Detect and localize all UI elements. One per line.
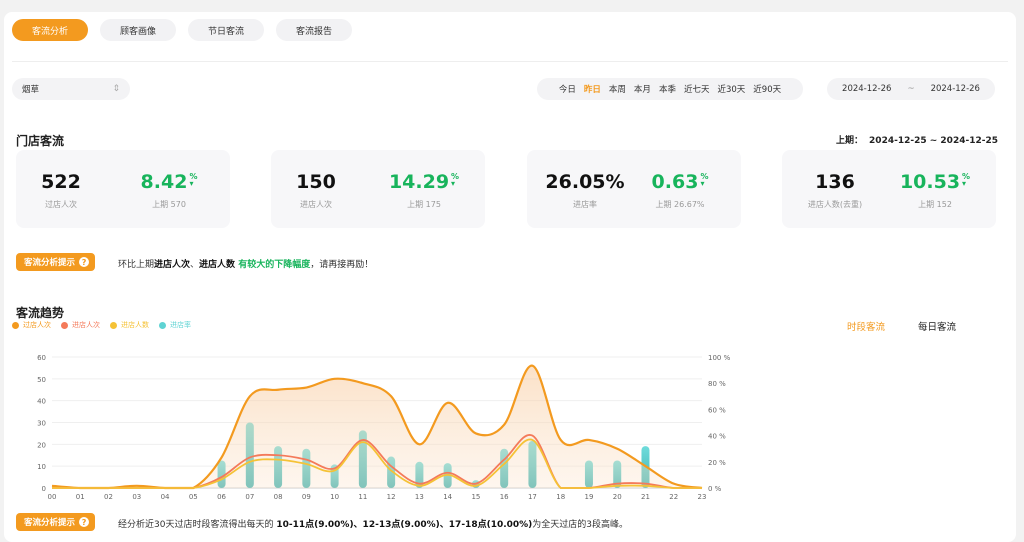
metric-change: 10.53% ▾	[880, 171, 990, 193]
metric-change: 14.29% ▾	[369, 171, 479, 193]
period-yesterday[interactable]: 昨日	[584, 83, 601, 95]
analysis-hint-label: 客流分析提示	[24, 258, 76, 268]
date-range-picker[interactable]: 2024-12-26 ~ 2024-12-26	[827, 78, 995, 100]
period-last-30-days[interactable]: 近30天	[717, 83, 745, 95]
analysis-hint-label: 客流分析提示	[24, 518, 76, 528]
tab-customer-profile[interactable]: 顾客画像	[100, 19, 176, 41]
legend-dot	[159, 321, 166, 329]
metric-card-enter-rate: 26.05% 进店率 0.63% ▾ 上期 26.67%	[527, 150, 741, 228]
metric-previous: 上期 570	[152, 200, 186, 209]
analysis-hint-badge[interactable]: 客流分析提示 ?	[16, 253, 96, 271]
metric-label: 进店人次	[300, 200, 332, 209]
toggle-hourly-traffic[interactable]: 时段客流	[847, 319, 885, 333]
period-last-90-days[interactable]: 近90天	[753, 83, 781, 95]
metric-change: 0.63% ▾	[625, 171, 735, 193]
date-end: 2024-12-26	[930, 84, 980, 94]
metric-value: 522	[41, 171, 81, 193]
toggle-daily-traffic[interactable]: 每日客流	[918, 319, 956, 333]
period-this-quarter[interactable]: 本季	[659, 83, 676, 95]
metric-change-value: 14.29	[388, 171, 450, 193]
metric-change-value: 10.53	[899, 171, 961, 193]
down-arrow-icon: % ▾	[451, 172, 460, 188]
question-icon[interactable]: ?	[79, 517, 90, 527]
traffic-trend-title: 客流趋势	[16, 306, 65, 320]
metric-label: 过店人次	[45, 200, 77, 209]
store-select[interactable]: 烟草 ⇕	[12, 78, 130, 100]
period-this-month[interactable]: 本月	[634, 83, 651, 95]
period-last-7-days[interactable]: 近七天	[684, 83, 710, 95]
previous-period-range: 上期： 2024-12-25 ~ 2024-12-25	[836, 133, 998, 146]
metric-value: 136	[815, 171, 855, 193]
period-this-week[interactable]: 本周	[609, 83, 626, 95]
divider	[12, 61, 1008, 62]
metric-previous: 上期 152	[918, 200, 952, 209]
date-start: 2024-12-26	[842, 84, 892, 94]
down-arrow-icon: % ▾	[962, 172, 971, 188]
legend-enter-rate[interactable]: 进店率	[159, 320, 191, 330]
store-traffic-title: 门店客流	[16, 134, 65, 148]
metric-previous: 上期 175	[407, 200, 441, 209]
metric-change-value: 8.42	[140, 171, 188, 193]
metric-change-value: 0.63	[651, 171, 699, 193]
chevron-updown-icon: ⇕	[112, 84, 120, 94]
peak-hours-hint-text: 经分析近30天过店时段客流得出每天的 10-11点(9.00%)、12-13点(…	[118, 520, 629, 530]
date-separator: ~	[907, 84, 915, 94]
legend-pass-visits[interactable]: 过店人次	[12, 320, 51, 330]
metric-card-enter-visits: 150 进店人次 14.29% ▾ 上期 175	[271, 150, 485, 228]
chart-legend: 过店人次 进店人次 进店人数 进店率	[12, 320, 191, 330]
legend-enter-visitors[interactable]: 进店人数	[110, 320, 149, 330]
previous-period-label: 上期：	[836, 136, 864, 146]
metric-value: 150	[296, 171, 336, 193]
question-icon[interactable]: ?	[79, 257, 90, 267]
top-tabs: 客流分析 顾客画像 节日客流 客流报告	[12, 19, 352, 41]
metric-previous: 上期 26.67%	[655, 200, 705, 209]
previous-period-value: 2024-12-25 ~ 2024-12-25	[869, 136, 998, 146]
tab-traffic-report[interactable]: 客流报告	[276, 19, 352, 41]
metric-change: 8.42% ▾	[114, 171, 224, 193]
tab-holiday-traffic[interactable]: 节日客流	[188, 19, 264, 41]
metric-card-unique-visitors: 136 进店人数(去重) 10.53% ▾ 上期 152	[782, 150, 996, 228]
tab-traffic-analysis[interactable]: 客流分析	[12, 19, 88, 41]
down-arrow-icon: % ▾	[700, 172, 709, 188]
metric-label: 进店人数(去重)	[807, 200, 863, 209]
legend-enter-visits[interactable]: 进店人次	[61, 320, 100, 330]
legend-dot	[61, 321, 68, 329]
analysis-hint-badge-2[interactable]: 客流分析提示 ?	[16, 513, 96, 531]
store-select-value: 烟草	[22, 85, 40, 95]
analysis-hint-text: 环比上期进店人次、进店人数 有较大的下降幅度，请再接再励！	[118, 260, 374, 270]
legend-dot	[12, 321, 19, 329]
legend-dot	[110, 321, 117, 329]
metric-card-pass-visits: 522 过店人次 8.42% ▾ 上期 570	[16, 150, 230, 228]
down-arrow-icon: % ▾	[189, 172, 198, 188]
period-selector: 今日 昨日 本周 本月 本季 近七天 近30天 近90天	[537, 78, 803, 100]
period-today[interactable]: 今日	[559, 83, 576, 95]
